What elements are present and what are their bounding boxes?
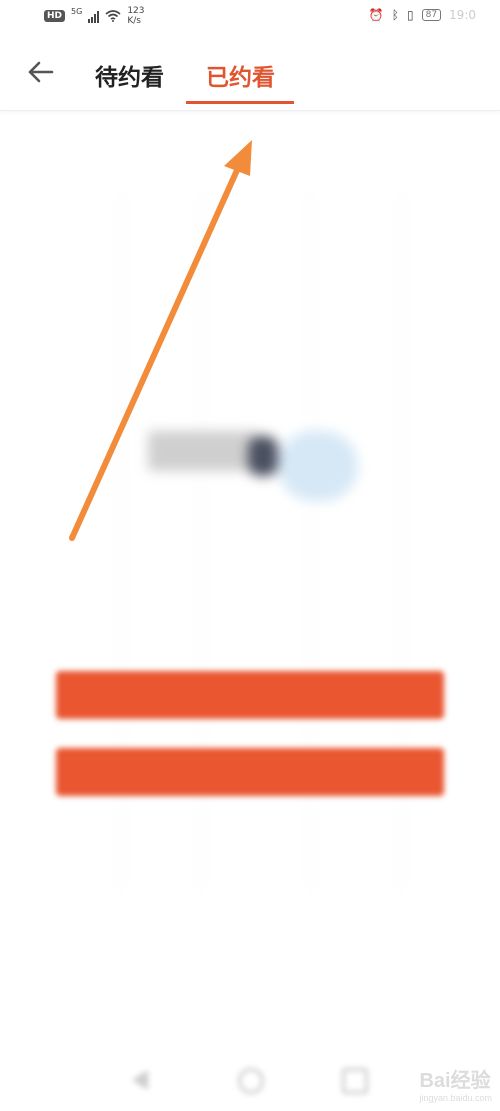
- top-navigation: 待约看 已约看: [0, 38, 500, 111]
- active-tab-indicator: [186, 101, 294, 104]
- status-bar: HD 5G 123 K/s ⏰ ᛒ ▯ 87 19:0: [0, 0, 500, 36]
- status-right: ⏰ ᛒ ▯ 87 19:0: [369, 8, 476, 22]
- hd-badge: HD: [44, 10, 66, 22]
- content-area: [0, 111, 500, 1111]
- nav-recent-apps-icon[interactable]: [342, 1068, 368, 1094]
- battery-level: 87: [425, 10, 438, 20]
- nav-back-icon[interactable]: [132, 1070, 148, 1090]
- bluetooth-icon: ᛒ: [391, 8, 399, 22]
- nav-home-icon[interactable]: [238, 1068, 264, 1094]
- signal-icon: [88, 10, 100, 23]
- network-type: 5G: [71, 6, 83, 16]
- speed-unit: K/s: [127, 16, 141, 26]
- status-left: HD 5G 123 K/s: [44, 6, 145, 26]
- secondary-action-button[interactable]: [56, 748, 444, 796]
- status-time: 19:0: [449, 8, 476, 22]
- alarm-icon: ⏰: [368, 8, 384, 22]
- tab-pending-viewing[interactable]: 待约看: [95, 58, 164, 92]
- back-arrow-icon[interactable]: [26, 60, 54, 84]
- vibrate-icon: ▯: [406, 8, 414, 22]
- primary-action-button[interactable]: [56, 671, 444, 719]
- tab-scheduled-viewing[interactable]: 已约看: [206, 58, 275, 92]
- empty-state-illustration: [148, 421, 358, 521]
- battery-icon: 87: [421, 9, 442, 21]
- watermark-logo: Bai经验 jingyan.baidu.com: [419, 1064, 492, 1103]
- speed-value: 123: [127, 6, 145, 16]
- watermark-brand: Bai经验: [419, 1070, 491, 1092]
- wifi-icon: [105, 10, 121, 22]
- watermark-url: jingyan.baidu.com: [419, 1093, 492, 1103]
- background-decoration: [0, 111, 500, 1111]
- network-speed: 123 K/s: [127, 6, 144, 26]
